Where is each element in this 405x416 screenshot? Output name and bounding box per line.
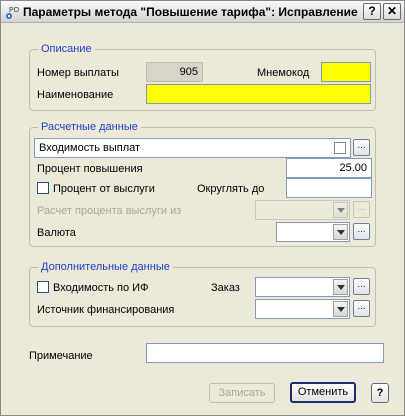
group-extra-title: Дополнительные данные xyxy=(38,261,173,273)
funding-source-dropdown-arrow[interactable] xyxy=(333,301,348,317)
title-close-button[interactable]: ✕ xyxy=(383,3,401,20)
mnemocode-field[interactable] xyxy=(321,62,371,82)
save-button: Записать xyxy=(209,383,275,403)
note-field[interactable] xyxy=(146,343,384,363)
seniority-calc-dots-button: ... xyxy=(353,201,370,218)
incoming-if-checkbox[interactable] xyxy=(37,281,49,293)
title-bar[interactable]: PO Параметры метода "Повышение тарифа": … xyxy=(1,1,404,23)
order-dots-button[interactable]: ... xyxy=(353,278,370,295)
payment-number-label: Номер выплаты xyxy=(37,67,119,79)
cancel-button[interactable]: Отменить xyxy=(290,382,356,403)
seniority-calc-combo xyxy=(255,200,350,220)
help-button[interactable]: ? xyxy=(371,383,389,403)
group-description-title: Описание xyxy=(38,43,95,55)
currency-label: Валюта xyxy=(37,227,76,239)
funding-source-dots-button[interactable]: ... xyxy=(353,300,370,317)
note-label: Примечание xyxy=(29,350,93,362)
payment-number-field: 905 xyxy=(146,62,203,82)
funding-source-label: Источник финансирования xyxy=(37,304,175,316)
round-to-field[interactable] xyxy=(286,178,372,198)
group-calc-title: Расчетные данные xyxy=(38,121,141,133)
app-icon: PO xyxy=(6,7,20,19)
currency-dots-button[interactable]: ... xyxy=(353,223,370,240)
seniority-calc-label: Расчет процента выслуги из xyxy=(37,205,182,217)
increase-percent-field[interactable]: 25.00 xyxy=(286,158,372,178)
seniority-percent-checkbox[interactable] xyxy=(37,182,49,194)
seniority-calc-dropdown-arrow xyxy=(333,202,348,218)
order-label: Заказ xyxy=(211,282,240,294)
incoming-if-label[interactable]: Входимость по ИФ xyxy=(53,282,148,294)
funding-source-combo[interactable] xyxy=(255,299,350,319)
window-title: Параметры метода "Повышение тарифа": Исп… xyxy=(23,5,358,19)
increase-percent-label: Процент повышения xyxy=(37,163,143,175)
incoming-payments-dots-button[interactable]: ... xyxy=(353,139,370,156)
seniority-percent-label[interactable]: Процент от выслуги xyxy=(53,183,155,195)
incoming-payments-field: Входимость выплат xyxy=(34,138,351,158)
currency-dropdown-arrow[interactable] xyxy=(333,224,348,240)
order-dropdown-arrow[interactable] xyxy=(333,279,348,295)
name-label: Наименование xyxy=(37,89,114,101)
incoming-payments-label: Входимость выплат xyxy=(39,142,141,154)
svg-text:PO: PO xyxy=(9,7,20,14)
title-help-button[interactable]: ? xyxy=(363,3,381,20)
currency-combo[interactable] xyxy=(276,222,350,242)
round-to-label: Округлять до xyxy=(197,183,265,195)
mnemocode-label: Мнемокод xyxy=(257,67,310,79)
name-field[interactable] xyxy=(146,84,371,104)
order-combo[interactable] xyxy=(255,277,350,297)
dialog-window: PO Параметры метода "Повышение тарифа": … xyxy=(0,0,405,416)
incoming-payments-checkbox[interactable] xyxy=(334,142,346,154)
